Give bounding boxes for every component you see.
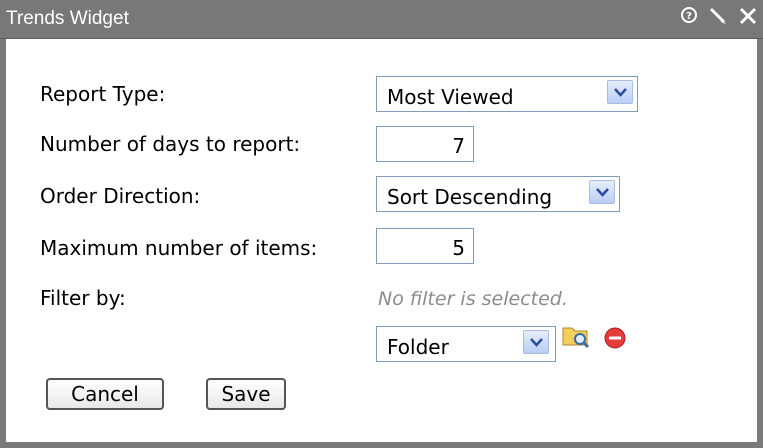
chevron-down-icon[interactable] — [589, 180, 615, 204]
report-type-value: Most Viewed — [387, 85, 514, 109]
days-value: 7 — [452, 134, 465, 158]
filter-type-select[interactable]: Folder — [376, 326, 556, 362]
days-input[interactable]: 7 — [376, 126, 474, 162]
order-direction-value: Sort Descending — [387, 185, 553, 209]
order-direction-select[interactable]: Sort Descending — [376, 176, 620, 212]
close-icon[interactable] — [738, 6, 758, 30]
chevron-down-icon[interactable] — [523, 330, 549, 354]
pencil-icon[interactable] — [708, 6, 728, 30]
cancel-button[interactable]: Cancel — [46, 378, 164, 410]
filter-label: Filter by: — [40, 286, 126, 310]
trends-widget-dialog: Trends Widget ? Report Type: Most Viewed — [0, 0, 763, 448]
days-label: Number of days to report: — [40, 132, 301, 156]
filter-status-text: No filter is selected. — [378, 288, 568, 310]
chevron-down-icon[interactable] — [607, 80, 633, 104]
max-items-label: Maximum number of items: — [40, 236, 318, 260]
folder-search-icon[interactable] — [561, 322, 591, 354]
report-type-label: Report Type: — [40, 82, 166, 106]
filter-type-value: Folder — [387, 335, 449, 359]
title-bar: Trends Widget ? — [0, 0, 763, 39]
max-items-input[interactable]: 5 — [376, 228, 474, 264]
report-type-select[interactable]: Most Viewed — [376, 76, 638, 112]
max-items-value: 5 — [452, 236, 465, 260]
save-button[interactable]: Save — [206, 378, 286, 410]
remove-filter-icon[interactable] — [604, 327, 626, 353]
svg-text:?: ? — [686, 11, 692, 22]
help-icon[interactable]: ? — [680, 6, 698, 28]
order-direction-label: Order Direction: — [40, 184, 201, 208]
window-title: Trends Widget — [6, 8, 129, 29]
